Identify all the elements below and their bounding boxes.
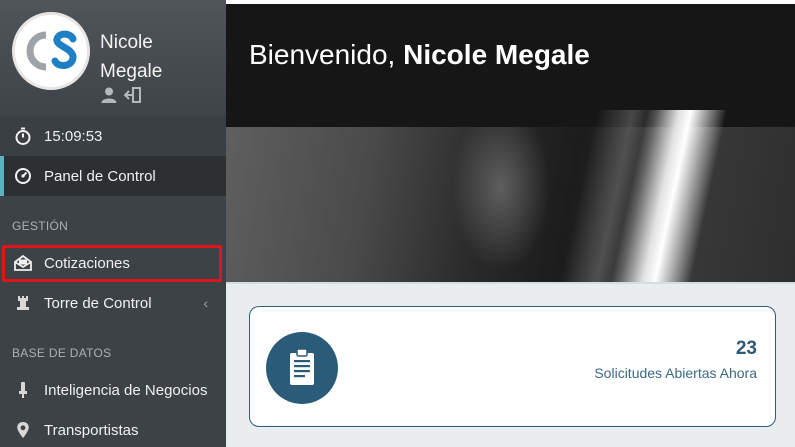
sidebar-item-label: Cotizaciones <box>44 254 130 272</box>
sign-out-icon[interactable] <box>123 86 142 104</box>
section-label-base-de-datos: BASE DE DATOS <box>12 346 112 360</box>
welcome-greeting: Bienvenido, <box>249 39 404 70</box>
welcome-user-name: Nicole Megale <box>403 39 590 70</box>
sidebar-item-panel-de-control[interactable]: Panel de Control <box>0 156 226 196</box>
open-requests-card[interactable]: 23 Solicitudes Abiertas Ahora <box>249 306 776 427</box>
user-first-name: Nicole <box>100 32 153 53</box>
welcome-heading: Bienvenido, Nicole Megale <box>249 39 590 71</box>
stopwatch-icon <box>13 126 33 146</box>
user-actions <box>100 86 142 104</box>
sidebar-item-label: Inteligencia de Negocios <box>44 381 208 399</box>
chevron-left-icon[interactable]: ‹ <box>203 295 208 311</box>
map-marker-icon <box>13 420 33 440</box>
tower-icon <box>13 293 33 313</box>
banner-divider <box>226 282 795 284</box>
sidebar-item-inteligencia-de-negocios[interactable]: Inteligencia de Negocios <box>0 370 226 410</box>
sidebar: Nicole Megale 15:09:53 Panel de Control … <box>0 0 226 447</box>
section-label-gestion: GESTIÓN <box>12 219 69 233</box>
sidebar-item-label: Torre de Control <box>44 294 152 312</box>
open-requests-count: 23 <box>735 338 757 359</box>
user-name: Nicole Megale <box>100 28 220 86</box>
dashboard-icon <box>13 166 33 186</box>
clock-display: 15:09:53 <box>0 116 226 156</box>
open-requests-label: Solicitudes Abiertas Ahora <box>594 365 757 381</box>
pin-icon <box>13 380 33 400</box>
envelope-open-icon <box>13 253 33 273</box>
welcome-banner: Bienvenido, Nicole Megale <box>226 0 795 282</box>
sidebar-item-cotizaciones[interactable]: Cotizaciones <box>0 243 226 283</box>
user-icon[interactable] <box>100 86 118 104</box>
avatar[interactable] <box>12 12 90 90</box>
sidebar-item-label: Transportistas <box>44 421 139 439</box>
sidebar-item-torre-de-control[interactable]: Torre de Control ‹ <box>0 283 226 323</box>
sidebar-item-transportistas[interactable]: Transportistas <box>0 410 226 447</box>
clipboard-icon <box>290 348 314 385</box>
user-profile: Nicole Megale <box>0 0 226 116</box>
sidebar-item-label: Panel de Control <box>44 167 156 185</box>
card-icon-circle <box>266 332 338 404</box>
cs-logo-icon <box>26 30 77 71</box>
user-last-name: Megale <box>100 61 163 82</box>
clock-time: 15:09:53 <box>44 127 103 145</box>
